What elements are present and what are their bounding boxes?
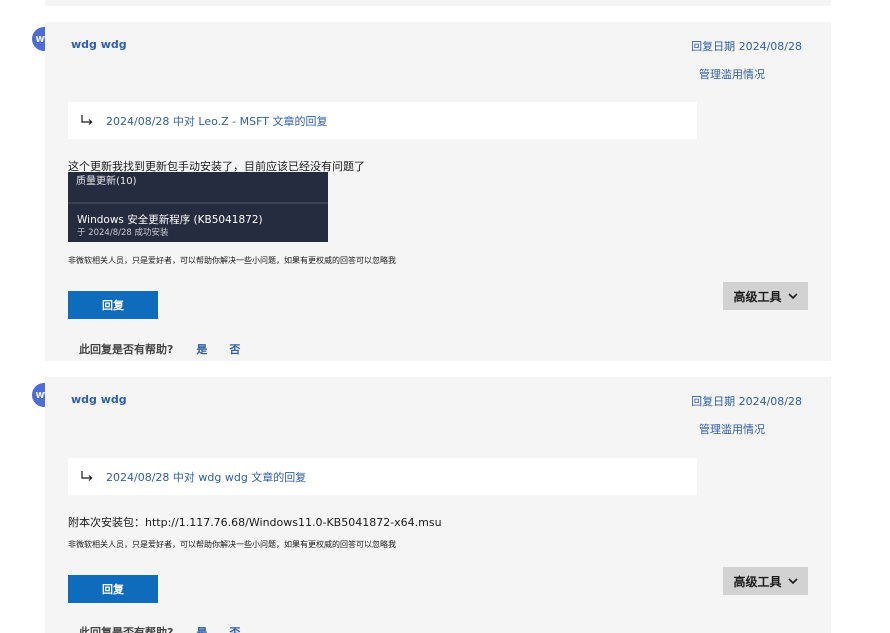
advanced-tools-button[interactable]: 高级工具 xyxy=(723,567,808,595)
author-name-link[interactable]: wdg wdg xyxy=(71,393,127,406)
advanced-tools-button[interactable]: 高级工具 xyxy=(723,282,808,310)
chevron-down-icon xyxy=(787,289,798,303)
reply-date[interactable]: 回复日期 2024/08/28 xyxy=(691,393,802,409)
report-abuse-link[interactable]: 管理滥用情况 xyxy=(699,421,765,437)
reply-body: 附本次安装包：http://1.117.76.68/Windows11.0-KB… xyxy=(68,516,442,529)
advanced-tools-label: 高级工具 xyxy=(733,289,782,304)
reply-arrow-icon xyxy=(80,470,94,484)
signature-disclaimer: 非微软相关人员，只是爱好者，可以帮助你解决一些小问题，如果有更权威的回答可以忽略… xyxy=(68,256,396,265)
reply-reference[interactable]: 2024/08/28 中对 wdg wdg 文章的回复 xyxy=(68,458,697,495)
report-abuse-link[interactable]: 管理滥用情况 xyxy=(699,66,765,82)
author-name-link[interactable]: wdg wdg xyxy=(71,38,127,51)
helpful-question: 此回复是否有帮助? xyxy=(79,626,174,633)
screenshot-update-name: Windows 安全更新程序 (KB5041872) xyxy=(77,214,263,226)
helpful-yes-link[interactable]: 是 xyxy=(196,341,207,357)
forum-thread-page: WW wdg wdg 回复日期 2024/08/28 管理滥用情况 2024/0… xyxy=(0,0,890,633)
reply-card: wdg wdg 回复日期 2024/08/28 管理滥用情况 2024/08/2… xyxy=(45,377,831,633)
helpful-no-link[interactable]: 否 xyxy=(229,624,240,633)
screenshot-divider xyxy=(68,202,328,204)
chevron-down-icon xyxy=(787,574,798,588)
previous-card-edge xyxy=(45,0,831,6)
advanced-tools-label: 高级工具 xyxy=(733,574,782,589)
helpful-feedback: 此回复是否有帮助? 是 否 xyxy=(79,624,240,633)
helpful-question: 此回复是否有帮助? xyxy=(79,343,174,356)
reply-reference[interactable]: 2024/08/28 中对 Leo.Z - MSFT 文章的回复 xyxy=(68,102,697,139)
reply-button[interactable]: 回复 xyxy=(68,291,158,319)
screenshot-quality-updates: 质量更新(10) xyxy=(76,176,137,187)
attached-screenshot: 质量更新(10) Windows 安全更新程序 (KB5041872) 于 20… xyxy=(68,172,328,242)
reply-reference-link[interactable]: 2024/08/28 中对 Leo.Z - MSFT 文章的回复 xyxy=(106,113,327,129)
screenshot-install-date: 于 2024/8/28 成功安装 xyxy=(77,228,169,238)
reply-reference-link[interactable]: 2024/08/28 中对 wdg wdg 文章的回复 xyxy=(106,469,306,485)
helpful-feedback: 此回复是否有帮助? 是 否 xyxy=(79,341,240,357)
reply-card: wdg wdg 回复日期 2024/08/28 管理滥用情况 2024/08/2… xyxy=(45,22,831,361)
signature-disclaimer: 非微软相关人员，只是爱好者，可以帮助你解决一些小问题，如果有更权威的回答可以忽略… xyxy=(68,540,396,549)
helpful-no-link[interactable]: 否 xyxy=(229,341,240,357)
reply-date[interactable]: 回复日期 2024/08/28 xyxy=(691,38,802,54)
reply-arrow-icon xyxy=(80,114,94,128)
reply-button[interactable]: 回复 xyxy=(68,575,158,603)
helpful-yes-link[interactable]: 是 xyxy=(196,624,207,633)
